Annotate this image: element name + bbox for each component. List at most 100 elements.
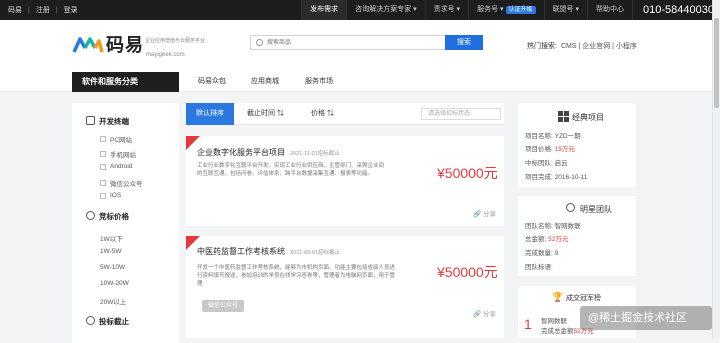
tab-price[interactable]: 价格 ⇅ (311, 103, 334, 125)
terminal-option[interactable]: PC网站 (100, 134, 132, 144)
project-title[interactable]: 企业数字化服务平台项目 (197, 147, 285, 158)
price-option[interactable]: 20W以上 (100, 296, 126, 306)
service-menu[interactable]: 服务号 ▾ 认证升级 (468, 0, 543, 20)
tab-default-sort[interactable]: 默认排序 (186, 103, 234, 125)
register-link[interactable]: 注册 (36, 5, 50, 15)
alliance-label: 联盟号 (552, 6, 574, 13)
row-key: 团队标语: (525, 264, 553, 271)
top-bar: 码易 | 注册 | 登录 发布需求 咨询解决方案专家 ▾ 责求号 ▾ 服务号 ▾… (0, 0, 720, 20)
row-value: 2016-10-11 (554, 174, 588, 181)
team-icon (566, 203, 575, 212)
consult-expert-link[interactable]: 咨询解决方案专家 ▾ (346, 0, 424, 20)
link-icon: 🔗 (473, 311, 482, 318)
project-title[interactable]: 中医药监督工作考核系统 (197, 246, 285, 257)
jobs-menu[interactable]: 责求号 ▾ (424, 0, 468, 20)
hot-search-label: 热门搜索: (527, 43, 557, 50)
checkbox[interactable] (100, 192, 106, 199)
deadline-section-title: 投标截止 (99, 317, 129, 326)
grid-icon (558, 111, 569, 122)
row-value: YZD一期 (554, 133, 581, 140)
tab-price-label: 价格 (311, 110, 325, 117)
share-button[interactable]: 🔗 分享 (473, 208, 496, 218)
price-section-title: 竞标价格 (99, 212, 129, 221)
project-deadline: 2021-11-01招标截止 (290, 151, 340, 157)
search-box (250, 35, 447, 50)
price-option[interactable]: 10W-20W (100, 280, 129, 287)
champion-title: 成交冠军榜 (566, 295, 601, 302)
row-key: 项目名称: (525, 133, 553, 140)
scrollbar-thumb[interactable] (714, 18, 719, 108)
project-description: 工业行业数字化互联平台开发。实现工业行业供应商、主管部门、采购企业间的互联互通。… (197, 163, 385, 177)
terminal-option[interactable]: 手机网站 (100, 149, 136, 159)
share-label: 分享 (482, 311, 496, 318)
team-row: 团队标语: (525, 261, 553, 271)
terminal-option[interactable]: 微信公众号 (100, 178, 143, 188)
project-price: ¥50000元 (437, 264, 498, 280)
category-menu-title[interactable]: 软件和服务分类 (72, 72, 179, 92)
terminal-option-label: PC网站 (110, 137, 133, 144)
logo-m-icon (72, 37, 104, 53)
price-option[interactable]: 5W-10W (100, 264, 125, 271)
nav-service-market[interactable]: 服务市场 (305, 72, 333, 92)
search-input[interactable] (267, 37, 442, 48)
login-link[interactable]: 登录 (64, 5, 78, 15)
home-link[interactable]: 码易 (8, 5, 22, 15)
logo-subtitle: 企业应用增值与云服务平台 (145, 38, 206, 44)
classic-project-title: 经典项目 (572, 113, 604, 122)
price-option[interactable]: 1W-5W (100, 248, 122, 255)
hot-search: 热门搜索: CMS | 企业官网 | 小程序 (527, 41, 637, 51)
row-value: 52万元 (548, 236, 569, 243)
price-option[interactable]: 1W以下 (100, 233, 123, 243)
star-team-title: 明星团队 (580, 205, 612, 214)
trophy-icon: 🏆 (552, 292, 564, 302)
row-key: 团队名称: (525, 223, 553, 230)
amount-label: 完成总金额 (541, 328, 574, 335)
watermark: @稀土掘金技术社区 (580, 306, 712, 330)
terminal-option[interactable]: IOS (100, 192, 121, 199)
consult-label: 咨询解决方案专家 (355, 6, 412, 13)
row-key: 中标团队: (525, 160, 553, 167)
champion-name[interactable]: 智网数联 (541, 315, 567, 325)
checkbox[interactable] (100, 163, 106, 170)
row-value: 启云 (554, 160, 568, 167)
team-row: 完成数量: 9 (525, 247, 558, 257)
terminal-option[interactable]: Android (100, 163, 132, 170)
service-label: 服务号 (477, 6, 499, 13)
logo-name[interactable]: 码易 (106, 31, 144, 57)
row-key: 完成数量: (525, 250, 553, 257)
terminal-option-label: Android (110, 163, 133, 170)
alliance-menu[interactable]: 联盟号 ▾ (543, 0, 587, 20)
hot-search-items[interactable]: CMS | 企业官网 | 小程序 (561, 43, 637, 50)
nav-app-store[interactable]: 应用商城 (251, 72, 279, 92)
page-scrollbar[interactable] (712, 0, 720, 338)
search-button[interactable]: 搜索 (445, 35, 483, 50)
checkbox[interactable] (100, 180, 106, 186)
search-icon (256, 39, 263, 46)
nav-crowdsourcing[interactable]: 码易众包 (198, 72, 226, 92)
checkbox[interactable] (100, 136, 106, 142)
classic-row: 中标团队: 启云 (525, 157, 568, 167)
tab-deadline[interactable]: 截止时间 ⇅ (247, 103, 284, 125)
clock-icon (86, 316, 95, 325)
tab-deadline-label: 截止时间 (247, 110, 275, 117)
classic-row: 项目完成: 2016-10-11 (525, 171, 587, 181)
terminal-option-label: 手机网站 (110, 152, 136, 159)
classic-row: 项目名称: YZD一期 (525, 130, 581, 140)
publish-demand-link[interactable]: 发布需求 (301, 0, 347, 20)
hotline-phone: 010-58440030 (632, 0, 714, 20)
cert-upgrade-badge[interactable]: 认证升级 (505, 6, 536, 14)
share-label: 分享 (482, 211, 496, 218)
terminal-option-label: IOS (110, 192, 122, 199)
share-button[interactable]: 🔗 分享 (473, 308, 496, 318)
help-center-link[interactable]: 帮助中心 (587, 0, 632, 20)
jobs-label: 责求号 (433, 6, 455, 13)
checkbox[interactable] (100, 151, 106, 157)
row-key: 项目完成: (525, 174, 553, 181)
sort-icon: ⇅ (326, 110, 334, 117)
status-select[interactable]: 请选择招标状态 (421, 108, 501, 120)
terminal-option-label: 微信公众号 (110, 181, 143, 188)
team-row: 团队名称: 智网数联 (525, 220, 581, 230)
row-value: 15万元 (554, 146, 575, 153)
platform-tag: 微信公众号 (202, 300, 244, 312)
terminal-section-title: 开发终端 (99, 117, 129, 126)
